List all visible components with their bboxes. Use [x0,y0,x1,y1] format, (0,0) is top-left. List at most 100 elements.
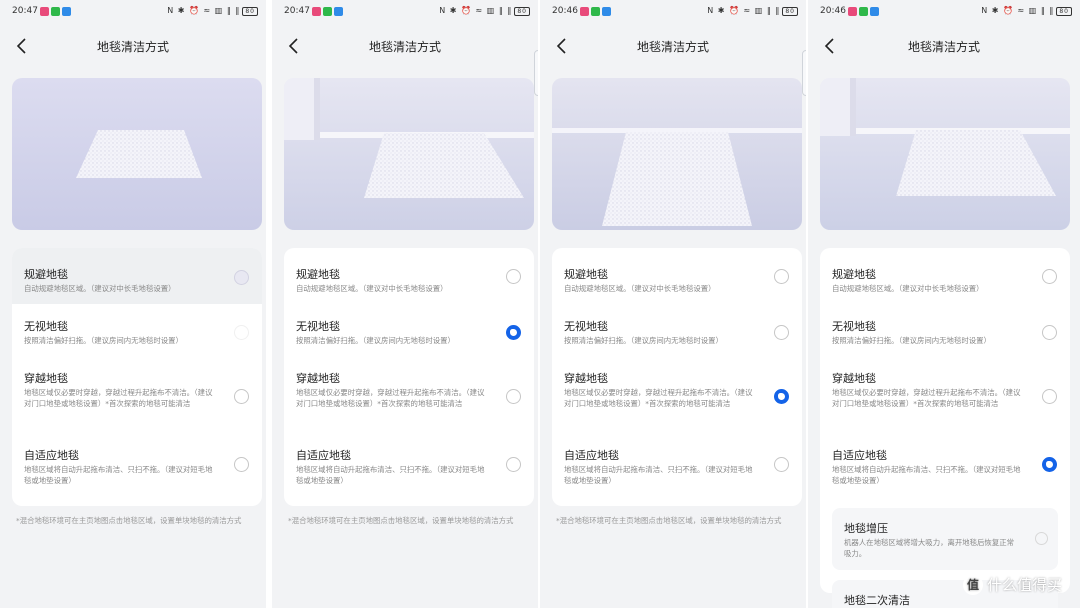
radio-button-selected[interactable] [506,325,521,340]
option-desc: 自动规避地毯区域。（建议对中长毛地毯设置） [832,284,984,293]
radio-button[interactable] [234,325,249,340]
status-time: 20:47 [12,6,38,16]
option-title: 无视地毯 [296,320,340,333]
carpet-mode-card: 规避地毯 自动规避地毯区域。（建议对中长毛地毯设置） 无视地毯 按照清洁偏好扫拖… [12,248,262,506]
boost-desc: 机器人在地毯区域将增大吸力，离开地毯后恢复正常吸力。 [844,538,1014,558]
status-bar: 20:46 N ✱ ⏰ ≈ ▥ ‖ ‖ 80 [808,0,1080,24]
status-bar: 20:47 N ✱ ⏰ ≈ ▥ ‖ ‖ 80 [0,0,266,24]
carpet-illustration [552,78,802,230]
option-desc: 自动规避地毯区域。（建议对中长毛地毯设置） [296,284,448,293]
page-title: 地毯清洁方式 [636,40,709,54]
nav-bar: 地毯清洁方式 [808,30,1080,62]
option-title: 自适应地毯 [296,449,351,462]
option-title: 自适应地毯 [24,449,79,462]
battery-icon: 80 [242,7,258,16]
option-title: 规避地毯 [564,268,608,281]
option-desc: 自动规避地毯区域。（建议对中长毛地毯设置） [564,284,716,293]
radio-button[interactable] [774,325,789,340]
option-title: 穿越地毯 [24,372,68,385]
radio-button-selected[interactable] [1042,457,1057,472]
radio-button-selected[interactable] [774,389,789,404]
footnote: *混合地毯环境可在主页地图点击地毯区域，设置单块地毯的清洁方式 [16,516,242,525]
radio-button[interactable] [506,269,521,284]
option-title: 穿越地毯 [564,372,608,385]
status-time: 20:47 [284,6,310,16]
footnote: *混合地毯环境可在主页地图点击地毯区域，设置单块地毯的清洁方式 [288,516,514,525]
page-title: 地毯清洁方式 [907,40,980,54]
status-system-icons: N ✱ ⏰ ≈ ▥ ‖ ‖ 80 [981,6,1072,16]
option-desc: 地毯区域仅必要时穿越，穿越过程升起拖布不清洁。（建议对门口地垫或地毯设置）*首次… [296,388,485,408]
option-title: 穿越地毯 [832,372,876,385]
panel-4: 20:46 N ✱ ⏰ ≈ ▥ ‖ ‖ 80 地毯清洁方式 规避地毯 自动规避地… [808,0,1080,608]
option-desc: 地毯区域仅必要时穿越，穿越过程升起拖布不清洁。（建议对门口地垫或地毯设置）*首次… [832,388,1021,408]
radio-button[interactable] [234,389,249,404]
watermark: 值 什么值得买 [962,574,1062,595]
panel-2: 20:47 N ✱ ⏰ ≈ ▥ ‖ ‖ 80 地毯清洁方式 规避地毯 自动规避地… [272,0,538,608]
status-bar: 20:47 N ✱ ⏰ ≈ ▥ ‖ ‖ 80 [272,0,538,24]
second-clean-title: 地毯二次清洁 [844,594,910,607]
radio-button[interactable] [1042,325,1057,340]
side-handle [802,50,806,96]
option-title: 自适应地毯 [564,449,619,462]
option-desc: 自动规避地毯区域。（建议对中长毛地毯设置） [24,284,176,293]
radio-button[interactable] [234,270,249,285]
page-title: 地毯清洁方式 [96,40,169,54]
carpet-mode-card: 规避地毯 自动规避地毯区域。（建议对中长毛地毯设置） 无视地毯 按照清洁偏好扫拖… [552,248,802,506]
option-desc: 地毯区域将自动升起拖布清洁、只扫不拖。（建议对短毛地毯或地垫设置） [24,465,213,485]
radio-button[interactable] [506,457,521,472]
option-desc: 地毯区域将自动升起拖布清洁、只扫不拖。（建议对短毛地毯或地垫设置） [296,465,485,485]
watermark-text: 什么值得买 [986,576,1062,594]
carpet-mode-card: 规避地毯 自动规避地毯区域。（建议对中长毛地毯设置） 无视地毯 按照清洁偏好扫拖… [284,248,534,506]
carpet-illustration [284,78,534,230]
status-system-icons: N ✱ ⏰ ≈ ▥ ‖ ‖ 80 [439,6,530,16]
nav-bar: 地毯清洁方式 [272,30,538,62]
option-desc: 按照清洁偏好扫拖。（建议房间内无地毯时设置） [296,336,455,345]
page-title: 地毯清洁方式 [368,40,441,54]
status-app-icons [580,7,611,16]
radio-button[interactable] [774,457,789,472]
option-title: 无视地毯 [564,320,608,333]
status-app-icons [848,7,879,16]
option-desc: 地毯区域将自动升起拖布清洁、只扫不拖。（建议对短毛地毯或地垫设置） [564,465,753,485]
nav-bar: 地毯清洁方式 [540,30,806,62]
option-desc: 按照清洁偏好扫拖。（建议房间内无地毯时设置） [564,336,723,345]
option-desc: 按照清洁偏好扫拖。（建议房间内无地毯时设置） [24,336,183,345]
battery-icon: 80 [782,7,798,16]
status-time: 20:46 [552,6,578,16]
carpet-boost-option[interactable]: 地毯增压 机器人在地毯区域将增大吸力，离开地毯后恢复正常吸力。 [832,508,1058,570]
panel-3: 20:46 N ✱ ⏰ ≈ ▥ ‖ ‖ 80 地毯清洁方式 规避地毯 自动规避地… [540,0,806,608]
carpet-illustration [12,78,262,230]
watermark-logo: 值 [962,574,983,595]
option-title: 规避地毯 [296,268,340,281]
screenshot-collage: 20:47 N ✱ ⏰ ≈ ▥ ‖ ‖ 80 地毯清洁方式 规避地毯 自动规避地毯… [0,0,1080,608]
option-title: 自适应地毯 [832,449,887,462]
footnote: *混合地毯环境可在主页地图点击地毯区域，设置单块地毯的清洁方式 [556,516,782,525]
option-title: 规避地毯 [24,268,68,281]
option-desc: 按照清洁偏好扫拖。（建议房间内无地毯时设置） [832,336,991,345]
option-title: 无视地毯 [832,320,876,333]
status-system-icons: N ✱ ⏰ ≈ ▥ ‖ ‖ 80 [167,6,258,16]
battery-icon: 80 [514,7,530,16]
radio-button[interactable] [234,457,249,472]
nav-bar: 地毯清洁方式 [0,30,266,62]
radio-button[interactable] [1042,269,1057,284]
status-time: 20:46 [820,6,846,16]
panel-1: 20:47 N ✱ ⏰ ≈ ▥ ‖ ‖ 80 地毯清洁方式 规避地毯 自动规避地毯… [0,0,266,608]
status-bar: 20:46 N ✱ ⏰ ≈ ▥ ‖ ‖ 80 [540,0,806,24]
status-app-icons [312,7,343,16]
status-app-icons [40,7,71,16]
radio-button[interactable] [506,389,521,404]
boost-radio-button[interactable] [1035,532,1048,545]
option-title: 规避地毯 [832,268,876,281]
radio-button[interactable] [1042,389,1057,404]
carpet-illustration [820,78,1070,230]
option-desc: 地毯区域仅必要时穿越，穿越过程升起拖布不清洁。（建议对门口地垫或地毯设置）*首次… [24,388,213,408]
option-title: 无视地毯 [24,320,68,333]
side-handle [534,50,538,96]
option-title: 穿越地毯 [296,372,340,385]
status-system-icons: N ✱ ⏰ ≈ ▥ ‖ ‖ 80 [707,6,798,16]
option-desc: 地毯区域仅必要时穿越，穿越过程升起拖布不清洁。（建议对门口地垫或地毯设置）*首次… [564,388,753,408]
radio-button[interactable] [774,269,789,284]
battery-icon: 80 [1056,7,1072,16]
option-desc: 地毯区域将自动升起拖布清洁、只扫不拖。（建议对短毛地毯或地垫设置） [832,465,1021,485]
